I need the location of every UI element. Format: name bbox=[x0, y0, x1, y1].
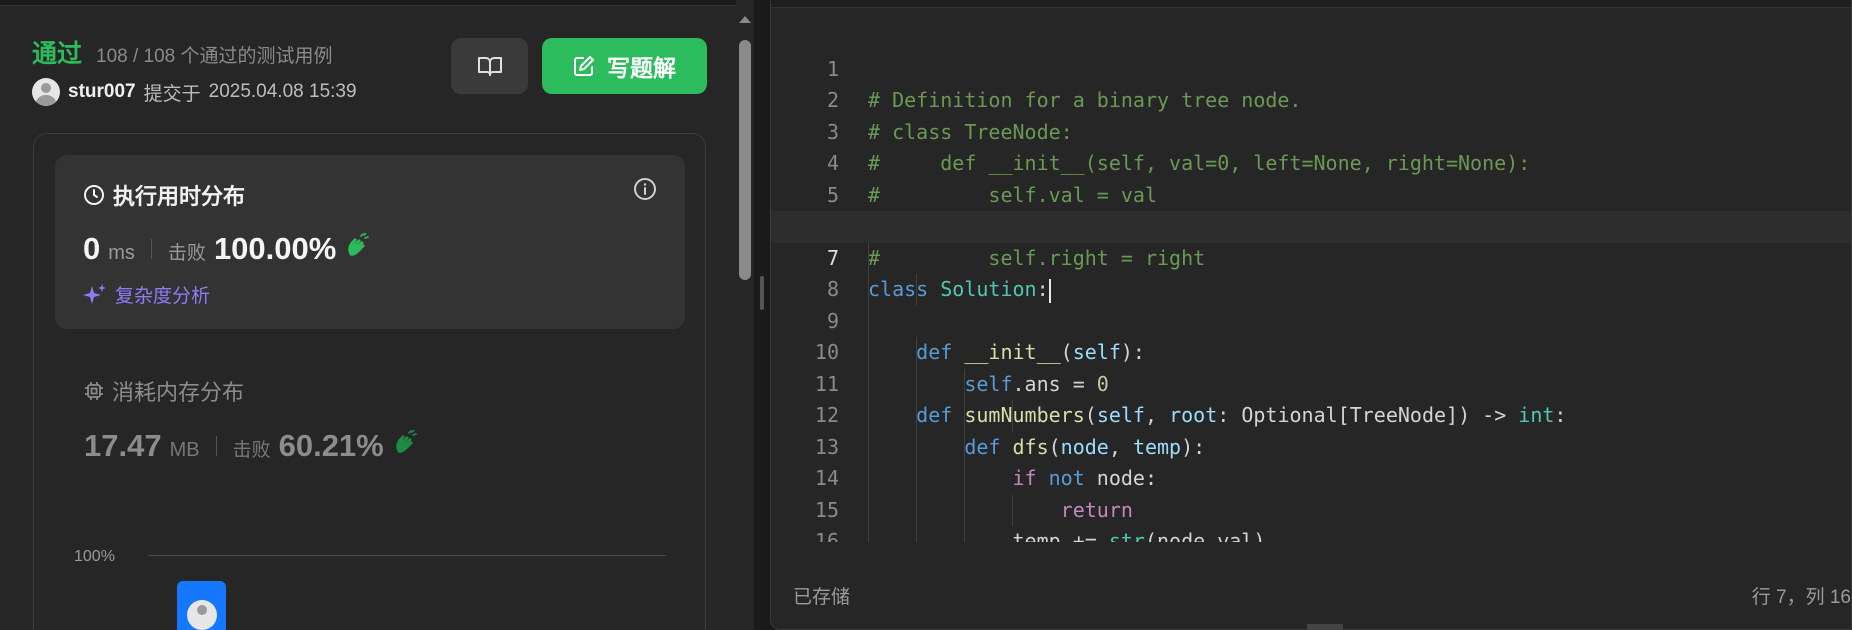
memory-beat-percent: 60.21% bbox=[278, 428, 384, 463]
code-line: 4 # self.val = val bbox=[771, 117, 1851, 207]
clapping-hands-icon bbox=[348, 233, 370, 256]
panel-splitter[interactable] bbox=[754, 0, 770, 630]
runtime-unit: ms bbox=[108, 242, 135, 264]
notes-button[interactable] bbox=[451, 38, 528, 94]
complexity-analysis-label: 复杂度分析 bbox=[115, 286, 211, 307]
memory-beat-label: 击败 bbox=[232, 440, 271, 461]
write-solution-button[interactable]: 写题解 bbox=[542, 38, 707, 94]
code-line: 1 # Definition for a binary tree node. bbox=[771, 22, 1851, 113]
username[interactable]: stur007 bbox=[68, 81, 136, 103]
test-cases-summary: 108 / 108 个通过的测试用例 bbox=[96, 46, 333, 67]
splitter-handle[interactable] bbox=[760, 276, 764, 310]
status-label: 通过 bbox=[32, 40, 83, 68]
code-editor[interactable]: 1 # Definition for a binary tree node. 2… bbox=[770, 0, 1852, 630]
runtime-beat-label: 击败 bbox=[167, 243, 206, 264]
memory-values: 17.47 MB 击败 60.21% bbox=[84, 428, 418, 464]
clock-icon bbox=[84, 185, 104, 205]
code-line-active: 7 class Solution: bbox=[771, 211, 1851, 303]
complexity-analysis-link[interactable]: 复杂度分析 bbox=[83, 281, 210, 308]
code-line: 10 def sumNumbers(self, root: Optional[T… bbox=[771, 305, 1851, 427]
editor-status-bar: 已存储 行 7，列 16 bbox=[771, 560, 1851, 629]
info-icon[interactable] bbox=[633, 177, 657, 201]
code-line: 14 temp += str(node.val) bbox=[771, 431, 1851, 542]
chart-avatar bbox=[187, 600, 217, 630]
runtime-title-row: 执行用时分布 bbox=[83, 179, 245, 211]
divider bbox=[150, 239, 152, 259]
clapping-hands-icon bbox=[395, 430, 417, 453]
sparkle-icon bbox=[83, 283, 106, 304]
code-line: 16 self.ans += int(temp) bbox=[771, 494, 1851, 542]
memory-title: 消耗内存分布 bbox=[112, 380, 245, 405]
runtime-card[interactable]: 执行用时分布 0 ms 击败 100.00% 复杂度分析 bbox=[55, 155, 685, 329]
chart-y-tick-100: 100% bbox=[74, 548, 115, 565]
divider bbox=[215, 436, 217, 456]
edit-icon bbox=[574, 56, 594, 76]
submit-label: 提交于 bbox=[143, 83, 201, 105]
code-line: 12 if not node: bbox=[771, 368, 1851, 490]
avatar[interactable] bbox=[32, 78, 60, 106]
code-line: 6 # self.right = right bbox=[771, 180, 1851, 270]
book-open-icon bbox=[477, 57, 502, 76]
bottom-resize-handle[interactable] bbox=[1307, 624, 1343, 630]
code-line: 13 return bbox=[771, 400, 1851, 522]
cursor-position[interactable]: 行 7，列 16 bbox=[1752, 582, 1851, 609]
runtime-value: 0 bbox=[83, 231, 101, 266]
memory-value: 17.47 bbox=[84, 428, 162, 463]
code-line: 15 if not node.left and not node.right: bbox=[771, 463, 1851, 522]
runtime-beat-percent: 100.00% bbox=[213, 231, 337, 266]
memory-title-row[interactable]: 消耗内存分布 bbox=[84, 375, 244, 407]
runtime-title: 执行用时分布 bbox=[113, 184, 246, 209]
saved-status: 已存储 bbox=[793, 586, 851, 608]
code-area[interactable]: 1 # Definition for a binary tree node. 2… bbox=[771, 22, 1851, 542]
code-line: 11 def dfs(node, temp): bbox=[771, 337, 1851, 459]
code-line: 9 self.ans = 0 bbox=[771, 274, 1851, 396]
submission-panel: 通过 108 / 108 个通过的测试用例 stur007 提交于 2025.0… bbox=[0, 0, 738, 630]
chart-gridline bbox=[148, 555, 666, 556]
code-line: 5 # self.left = left bbox=[771, 148, 1851, 239]
panel-top-border bbox=[0, 0, 738, 6]
code-line: 3 # def __init__(self, val=0, left=None,… bbox=[771, 85, 1851, 176]
code-line: 2 # class TreeNode: bbox=[771, 54, 1851, 144]
scroll-up-arrow-icon[interactable] bbox=[739, 16, 751, 23]
memory-unit: MB bbox=[169, 439, 200, 461]
submitter-row: stur007 提交于 2025.04.08 15:39 bbox=[32, 78, 357, 106]
left-scrollbar-thumb[interactable] bbox=[739, 40, 751, 280]
chip-icon bbox=[85, 382, 103, 400]
code-line: 8 def __init__(self): bbox=[771, 242, 1851, 364]
editor-top-border bbox=[771, 0, 1851, 8]
write-solution-label: 写题解 bbox=[607, 55, 676, 81]
code-line: 17 else: bbox=[771, 526, 1851, 542]
submit-time: 2025.04.08 15:39 bbox=[208, 81, 357, 102]
runtime-values: 0 ms 击败 100.00% bbox=[83, 231, 370, 267]
status-row: 通过 108 / 108 个通过的测试用例 bbox=[32, 34, 333, 70]
